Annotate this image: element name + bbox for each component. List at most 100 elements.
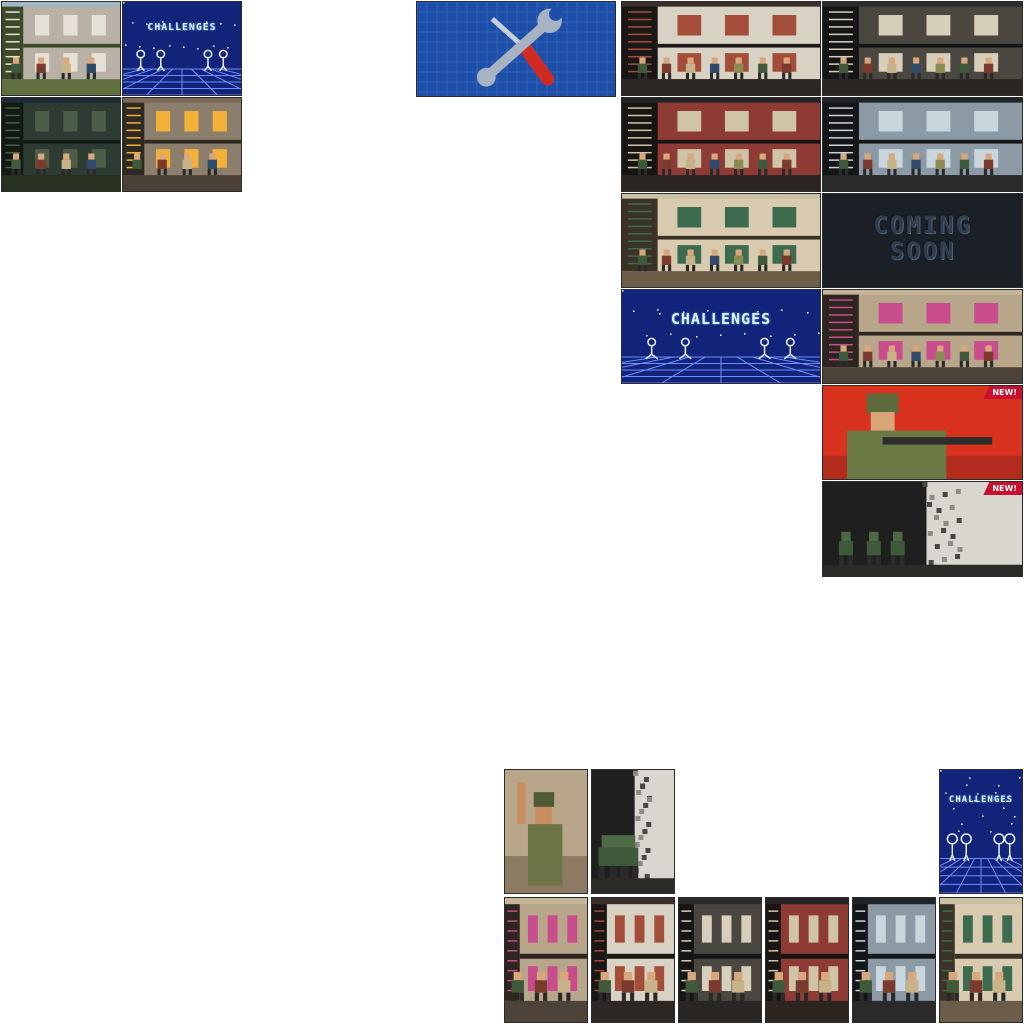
- ladder-rung: [855, 920, 866, 922]
- window: [724, 111, 749, 132]
- star: [1014, 816, 1016, 818]
- portrait-commander-art[interactable]: [504, 769, 588, 894]
- debris: [957, 547, 963, 552]
- debris: [637, 861, 643, 866]
- star: [123, 2, 125, 4]
- floor-divider: [867, 953, 935, 959]
- ladder-rung: [942, 940, 953, 942]
- ladder-rung: [627, 203, 652, 205]
- thumb-ruins-fire[interactable]: [122, 97, 242, 192]
- star: [940, 770, 942, 772]
- window: [895, 966, 906, 991]
- ladder-rung: [828, 329, 853, 331]
- debris: [928, 560, 934, 565]
- portrait-glass-office[interactable]: [852, 897, 936, 1023]
- window: [677, 111, 702, 132]
- ladder-rung: [681, 969, 692, 972]
- ladder-rung: [5, 122, 20, 124]
- soldier-helmet: [866, 393, 899, 414]
- portrait-market[interactable]: [504, 897, 588, 1023]
- ladder-rung: [507, 960, 518, 962]
- ladder-rung: [681, 950, 692, 952]
- debris: [934, 544, 940, 549]
- commander-cap: [533, 792, 555, 807]
- ladder-rung: [5, 48, 20, 50]
- window: [926, 111, 951, 132]
- thumb-challenges-small[interactable]: CHALLENGES: [122, 1, 242, 96]
- ground: [2, 79, 120, 95]
- bright-wall: [926, 482, 1022, 576]
- window: [974, 111, 999, 132]
- level-courtyard-villa[interactable]: [621, 193, 821, 288]
- ladder-rung: [768, 969, 779, 972]
- window: [1002, 915, 1013, 943]
- debris: [955, 489, 961, 494]
- ladder-rung: [5, 41, 20, 43]
- debris: [941, 528, 947, 533]
- campaign-squad-breach[interactable]: NEW!: [822, 481, 1023, 577]
- window: [721, 915, 732, 943]
- level-office-meeting[interactable]: [822, 1, 1023, 96]
- portrait-courtyard[interactable]: [939, 897, 1023, 1023]
- window: [974, 15, 999, 36]
- star: [958, 830, 960, 832]
- debris: [643, 803, 649, 808]
- ladder-rung: [828, 151, 853, 154]
- thumb-jungle-night[interactable]: [1, 97, 121, 192]
- window: [974, 303, 999, 324]
- level-challenges-large[interactable]: CHALLENGES: [621, 289, 821, 384]
- ladder-rung: [828, 26, 853, 28]
- window: [63, 111, 78, 132]
- ladder-rung: [507, 910, 518, 912]
- ground: [123, 175, 241, 191]
- ladder-rung: [855, 960, 866, 962]
- settings-tools-tile[interactable]: [416, 1, 616, 97]
- ladder-rung: [627, 137, 652, 139]
- portrait-office[interactable]: [678, 897, 762, 1023]
- star: [995, 792, 997, 794]
- ladder-rung: [627, 225, 652, 228]
- window: [634, 915, 645, 943]
- thumb-suburb-van[interactable]: [1, 1, 121, 96]
- window: [915, 915, 926, 943]
- ladder-rung: [5, 151, 20, 154]
- debris: [641, 855, 647, 860]
- portrait-squad-breach[interactable]: [591, 769, 675, 894]
- portrait-challenges[interactable]: CHALLENGES: [939, 769, 1023, 894]
- window: [701, 915, 712, 943]
- level-warehouse-ladder[interactable]: [621, 1, 821, 96]
- level-market-laundry[interactable]: [822, 289, 1023, 384]
- ladder-rung: [5, 114, 20, 117]
- window: [926, 15, 951, 36]
- ladder-rung: [627, 247, 652, 250]
- debris: [635, 816, 641, 821]
- level-mansion-dining[interactable]: [621, 97, 821, 192]
- star: [982, 815, 984, 817]
- debris: [643, 777, 649, 782]
- star: [953, 808, 955, 810]
- window: [677, 15, 702, 36]
- soldier-face: [870, 412, 895, 431]
- ground: [622, 271, 820, 287]
- level-glass-office[interactable]: [822, 97, 1023, 192]
- ladder-rung: [507, 969, 518, 972]
- ladder-rung: [828, 343, 853, 346]
- floor-divider: [780, 953, 848, 959]
- portrait-warehouse[interactable]: [591, 897, 675, 1023]
- ladder-rung: [627, 151, 652, 154]
- floor-divider: [858, 139, 1022, 144]
- campaign-soldier-poster[interactable]: NEW!: [822, 385, 1023, 480]
- ladder-rung: [507, 920, 518, 922]
- ladder-rung: [627, 144, 652, 146]
- window: [895, 915, 906, 943]
- ground: [766, 1000, 848, 1022]
- portrait-mansion[interactable]: [765, 897, 849, 1023]
- debris: [956, 518, 962, 523]
- debris: [936, 508, 942, 513]
- debris: [955, 554, 961, 559]
- commander-face: [535, 806, 552, 825]
- window: [741, 915, 752, 943]
- ladder-rung: [507, 950, 518, 952]
- star: [794, 334, 796, 336]
- window: [654, 915, 665, 943]
